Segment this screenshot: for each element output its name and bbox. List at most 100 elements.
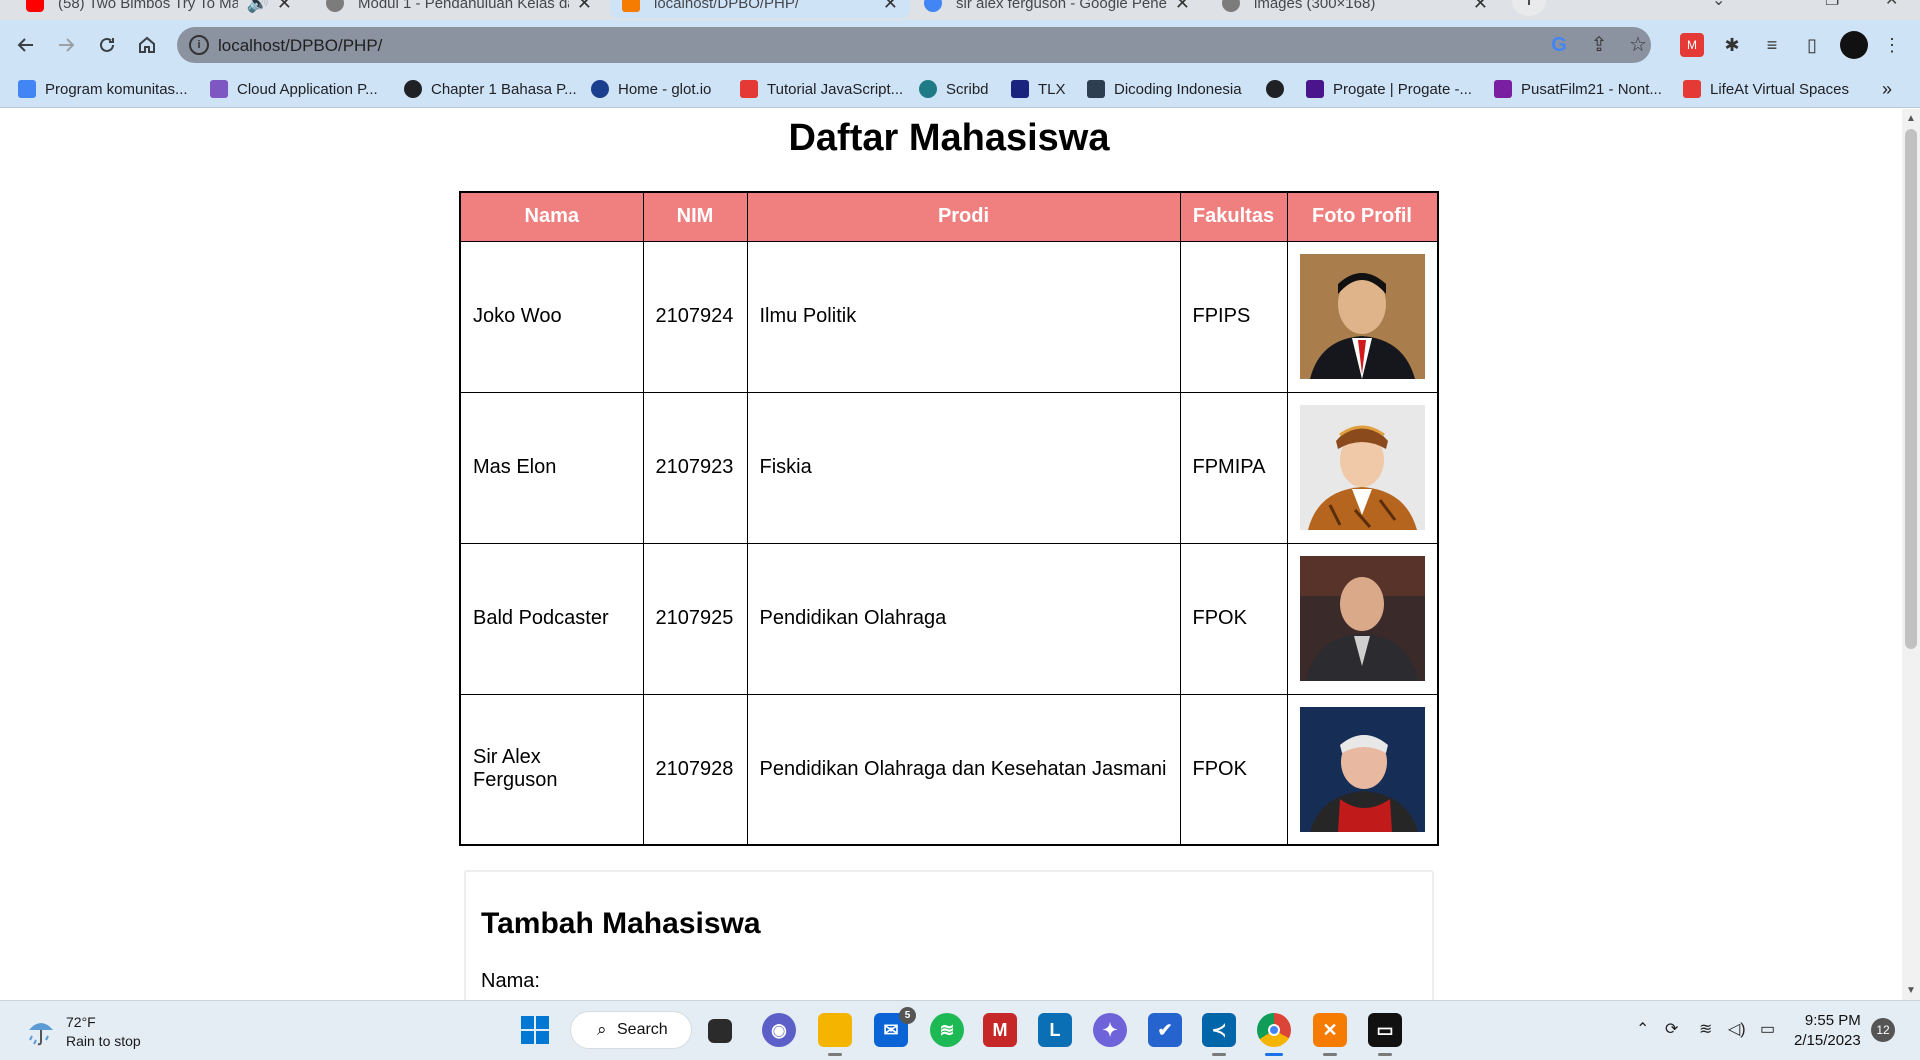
forward-button[interactable] — [50, 29, 82, 61]
running-indicator — [1323, 1053, 1337, 1056]
reload-icon — [100, 37, 114, 52]
page-scrollbar[interactable]: ▲ ▼ — [1902, 109, 1920, 1000]
bookmark-item[interactable]: Cloud Application P... — [210, 78, 378, 100]
teams-chat-icon[interactable]: ◉ — [762, 1013, 796, 1047]
copilot-icon[interactable]: ✦ — [1093, 1013, 1127, 1047]
bookmark-item[interactable]: Progate | Progate -... — [1306, 78, 1472, 100]
battery-icon[interactable]: ▭ — [1760, 1019, 1775, 1039]
task-view-icon[interactable] — [708, 1019, 732, 1043]
chrome-icon[interactable] — [1257, 1013, 1291, 1056]
spotify-icon[interactable]: ≋ — [930, 1013, 964, 1047]
bookmark-item[interactable]: TLX — [1011, 78, 1066, 100]
bookmark-item[interactable]: Program komunitas... — [18, 78, 188, 100]
weather-desc: Rain to stop — [66, 1033, 141, 1049]
google-icon — [924, 0, 942, 12]
system-clock[interactable]: 9:55 PM 2/15/2023 — [1794, 1011, 1861, 1051]
bookmark-favicon-icon — [1683, 80, 1701, 98]
start-button[interactable] — [518, 1013, 552, 1047]
tab-youtube[interactable]: (58) Two Bimbos Try To Make 🔊 ✕ — [14, 0, 304, 18]
table-row: Mas Elon 2107923 Fiskia FPMIPA — [459, 391, 1438, 544]
media-control-icon[interactable]: ≡ — [1760, 33, 1784, 57]
bookmark-item[interactable]: Chapter 1 Bahasa P... — [404, 78, 577, 100]
tab-search-icon[interactable]: ⌄ — [1712, 0, 1725, 10]
bookmark-item[interactable]: Dicoding Indonesia — [1087, 78, 1242, 100]
bookmark-item[interactable]: LifeAt Virtual Spaces — [1683, 78, 1849, 100]
bookmark-item[interactable]: Tutorial JavaScript... — [740, 78, 903, 100]
close-tab-icon[interactable]: ✕ — [1175, 0, 1190, 14]
extensions-puzzle-icon[interactable]: ✱ — [1720, 33, 1744, 57]
search-icon: ⌕ — [597, 1020, 607, 1039]
wifi-icon[interactable]: ≋ — [1699, 1019, 1712, 1039]
mendeley-extension-icon[interactable]: M — [1680, 33, 1704, 57]
close-tab-icon[interactable]: ✕ — [1473, 0, 1488, 14]
cell-foto — [1286, 391, 1438, 544]
bookmark-favicon-icon — [740, 80, 758, 98]
bookmark-favicon-icon — [1087, 80, 1105, 98]
minimize-icon[interactable]: — — [1765, 0, 1781, 8]
cell-fakultas: FPIPS — [1179, 240, 1288, 393]
cell-foto — [1286, 693, 1438, 846]
share-icon[interactable]: ⇪ — [1587, 34, 1611, 56]
cell-nim: 2107923 — [642, 391, 748, 544]
cell-nama: Bald Podcaster — [459, 542, 644, 695]
bookmark-item[interactable]: Home - glot.io — [591, 78, 711, 100]
close-window-icon[interactable]: ✕ — [1885, 0, 1898, 10]
xampp-icon[interactable]: ✕ — [1313, 1013, 1347, 1056]
bookmark-item[interactable] — [1266, 78, 1293, 100]
reload-button[interactable] — [91, 29, 123, 61]
windows-taskbar: 72°F Rain to stop ⌕ Search ◉ ✉ 5 ≋ M L ✦ … — [0, 1000, 1920, 1060]
close-tab-icon[interactable]: ✕ — [883, 0, 898, 14]
weather-widget[interactable]: 72°F Rain to stop — [26, 1013, 141, 1051]
profile-avatar[interactable] — [1840, 31, 1868, 59]
weather-temp: 72°F — [66, 1014, 96, 1030]
terminal-icon[interactable]: ▭ — [1368, 1013, 1402, 1056]
mcafee-icon[interactable]: M — [983, 1013, 1017, 1047]
restore-icon[interactable]: ❐ — [1825, 0, 1839, 10]
arrow-right-icon — [59, 38, 75, 52]
tab-google-search[interactable]: sir alex ferguson - Google Penelu ✕ — [912, 0, 1202, 18]
more-bookmarks-button[interactable]: » — [1882, 78, 1892, 100]
tab-modul[interactable]: Modul 1 - Pendahuluan Kelas dan ✕ — [314, 0, 604, 18]
volume-icon[interactable]: ◁) — [1728, 1019, 1746, 1039]
side-panel-icon[interactable]: ▯ — [1800, 33, 1824, 57]
bookmark-favicon-icon — [210, 80, 228, 98]
google-lens-icon[interactable]: G — [1547, 34, 1571, 56]
file-explorer-icon[interactable] — [818, 1013, 852, 1056]
youtube-icon — [26, 0, 44, 12]
bookmark-star-icon[interactable]: ☆ — [1626, 34, 1650, 56]
running-indicator — [1378, 1053, 1392, 1056]
cell-prodi: Pendidikan Olahraga dan Kesehatan Jasman… — [746, 693, 1181, 846]
speaker-icon: 🔊 — [246, 0, 269, 13]
tab-images[interactable]: images (300×168) ✕ — [1210, 0, 1500, 18]
vscode-icon[interactable]: ≺ — [1202, 1013, 1236, 1056]
close-tab-icon[interactable]: ✕ — [577, 0, 592, 14]
new-tab-button[interactable]: + — [1512, 0, 1546, 16]
scroll-up-icon[interactable]: ▲ — [1906, 113, 1916, 124]
back-button[interactable] — [10, 29, 42, 61]
arrow-left-icon — [17, 38, 33, 52]
menu-kebab-icon[interactable]: ⋮ — [1880, 33, 1904, 57]
tab-localhost[interactable]: localhost/DPBO/PHP/ ✕ — [610, 0, 910, 18]
active-indicator — [1265, 1053, 1283, 1056]
taskbar-search[interactable]: ⌕ Search — [570, 1011, 692, 1049]
l-app-icon[interactable]: L — [1038, 1013, 1072, 1047]
bookmark-item[interactable]: PusatFilm21 - Nont... — [1494, 78, 1662, 100]
xampp-icon — [622, 0, 640, 12]
home-button[interactable] — [131, 29, 163, 61]
table-header-row: Nama NIM Prodi Fakultas Foto Profil — [459, 191, 1438, 242]
address-bar[interactable]: i localhost/DPBO/PHP/ G ⇪ ☆ — [177, 27, 1651, 63]
bookmark-item[interactable]: Scribd — [919, 78, 989, 100]
todo-icon[interactable]: ✔ — [1148, 1013, 1182, 1047]
sync-icon[interactable]: ⟳ — [1665, 1019, 1678, 1039]
scrollbar-thumb[interactable] — [1905, 129, 1917, 649]
show-hidden-icons-chevron-icon[interactable]: ⌃ — [1636, 1019, 1649, 1039]
cell-prodi: Fiskia — [746, 391, 1181, 544]
close-tab-icon[interactable]: ✕ — [277, 0, 292, 14]
url-text[interactable]: localhost/DPBO/PHP/ — [218, 36, 382, 56]
scroll-down-icon[interactable]: ▼ — [1906, 985, 1916, 996]
notification-count-badge[interactable]: 12 — [1871, 1018, 1895, 1042]
mail-icon[interactable]: ✉ 5 — [874, 1007, 916, 1047]
cell-fakultas: FPMIPA — [1179, 391, 1288, 544]
cell-nama: Mas Elon — [459, 391, 644, 544]
site-info-icon[interactable]: i — [189, 35, 209, 55]
